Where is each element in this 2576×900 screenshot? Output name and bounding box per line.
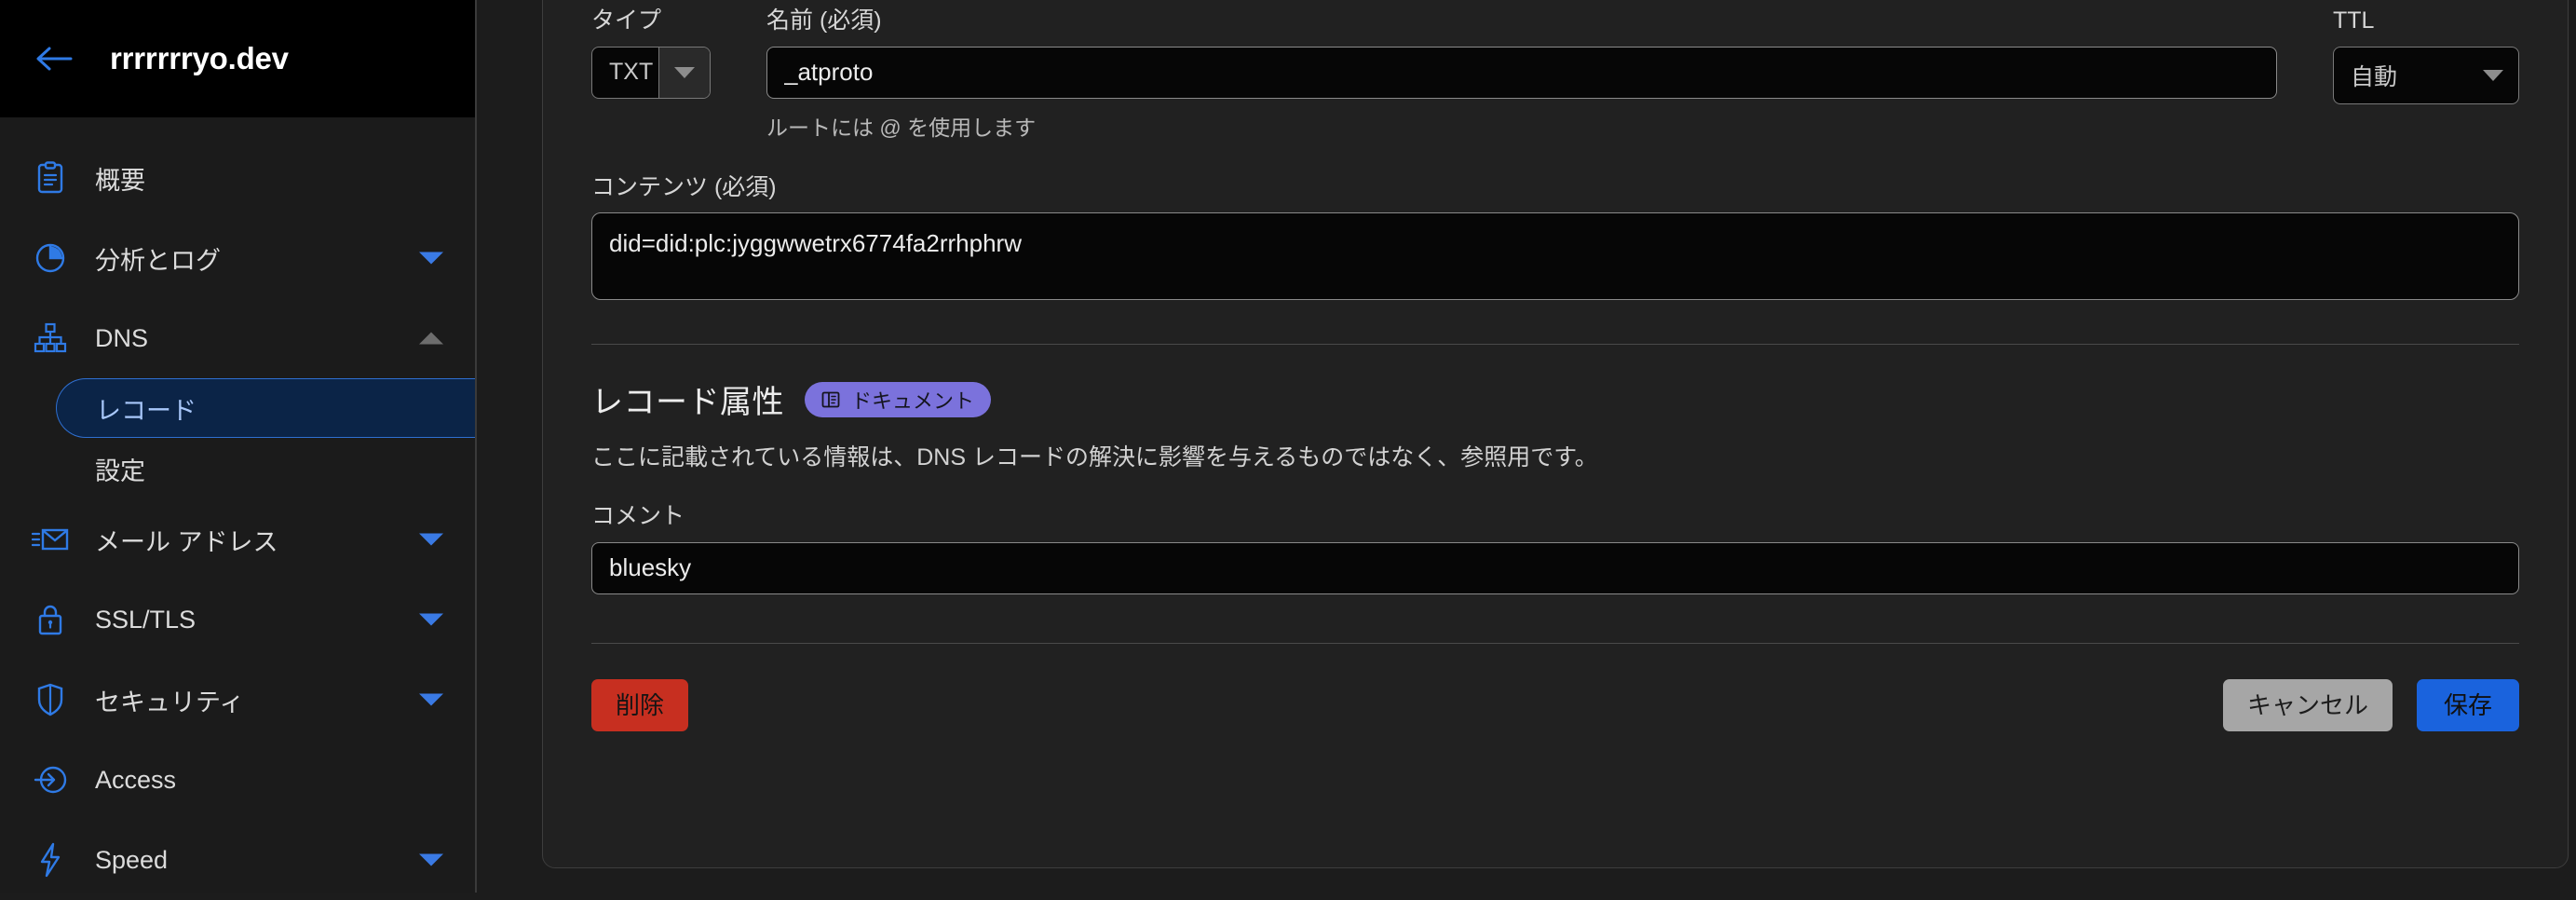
chevron-down-icon[interactable] [419,693,443,706]
sidebar-item-ssl-tls[interactable]: SSL/TLS [0,580,475,660]
sidebar-item-label: セキュリティ [95,688,245,716]
login-icon [28,765,73,795]
comment-field-group: コメント [591,503,2519,594]
name-label: 名前 (必須) [766,7,882,34]
record-attributes-description: ここに記載されている情報は、DNS レコードの解決に影響を与えるものではなく、参… [591,444,1598,470]
type-select[interactable]: TXT [591,46,711,99]
main-content: タイプ TXT 名前 (必須) ルートには @ を使用します [477,0,2576,893]
sidebar-item-email[interactable]: メール アドレス [0,499,475,580]
sidebar-item-access[interactable]: Access [0,740,475,820]
section-divider [591,344,2519,345]
documentation-badge[interactable]: ドキュメント [805,381,992,417]
sidebar-subitem-label: 設定 [95,457,145,485]
record-actions-right: キャンセル 保存 [2222,678,2519,731]
sidebar-nav: 概要 分析とログ DNS レコード 設定 メール アドレス SSL/TLS セキ… [0,117,475,900]
chevron-down-icon[interactable] [658,47,710,98]
documentation-badge-label: ドキュメント [851,389,975,413]
sidebar-item-label: Access [95,765,177,794]
record-attributes-title: レコード属性 [591,385,784,420]
chevron-down-icon[interactable] [419,853,443,866]
sidebar-item-dns-records[interactable]: レコード [56,378,475,438]
cancel-button[interactable]: キャンセル [2222,678,2393,731]
name-input[interactable] [766,46,2277,99]
chevron-down-icon[interactable] [2468,48,2518,103]
sidebar-header: rrrrrrryo.dev [0,0,475,117]
site-title: rrrrrrryo.dev [110,41,289,75]
lock-icon [28,603,73,636]
chevron-down-icon[interactable] [419,613,443,626]
footer-divider [591,642,2519,644]
ttl-select[interactable]: 自動 [2333,46,2519,104]
sidebar-item-label: Speed [95,845,169,874]
sidebar-item-label: 分析とログ [95,246,221,275]
content-field-group: コンテンツ (必須) [591,173,2519,306]
sidebar-item-dns-settings[interactable]: 設定 [0,438,475,499]
dns-record-editor-page: rrrrrrryo.dev 概要 分析とログ DNS レコード 設定 メール ア… [0,0,2576,893]
type-field-group: タイプ TXT [591,7,711,99]
shield-icon [28,683,73,716]
sidebar-item-overview[interactable]: 概要 [0,138,475,218]
name-help-text: ルートには @ を使用します [766,115,1037,140]
save-button[interactable]: 保存 [2417,678,2519,731]
name-field-group: 名前 (必須) ルートには @ を使用します [766,7,2277,142]
pie-chart-icon [28,242,73,274]
type-select-value: TXT [609,59,654,85]
clipboard-icon [28,161,73,195]
record-attributes-header: レコード属性 ドキュメント [591,376,2519,422]
back-arrow-icon[interactable] [28,33,80,85]
sidebar-item-dns[interactable]: DNS [0,298,475,378]
sidebar-item-label: 概要 [95,166,145,195]
ttl-label: TTL [2333,7,2375,34]
content-textarea[interactable] [591,212,2519,300]
comment-input[interactable] [591,541,2519,594]
ttl-field-group: TTL 自動 [2333,7,2519,104]
comment-label: コメント [591,503,685,529]
chevron-down-icon[interactable] [419,252,443,265]
content-label: コンテンツ (必須) [591,173,777,200]
sidebar-subitem-label: レコード [96,396,197,425]
chevron-down-icon[interactable] [419,533,443,546]
chevron-up-icon[interactable] [419,332,443,345]
mail-icon [28,525,73,553]
sidebar-item-label: SSL/TLS [95,605,197,634]
sitemap-icon [28,322,73,354]
bolt-icon [28,842,73,878]
record-top-row: タイプ TXT 名前 (必須) ルートには @ を使用します [591,7,2519,142]
sidebar: rrrrrrryo.dev 概要 分析とログ DNS レコード 設定 メール ア… [0,0,477,893]
book-icon [821,390,840,409]
sidebar-item-label: メール アドレス [95,527,278,556]
sidebar-item-analytics[interactable]: 分析とログ [0,218,475,298]
sidebar-item-speed[interactable]: Speed [0,820,475,900]
ttl-select-value: 自動 [2351,63,2398,90]
record-actions: 削除 キャンセル 保存 [591,678,2519,769]
sidebar-item-label: DNS [95,323,149,352]
record-edit-card: タイプ TXT 名前 (必須) ルートには @ を使用します [542,0,2569,868]
sidebar-item-security[interactable]: セキュリティ [0,660,475,740]
type-label: タイプ [591,7,662,34]
delete-button[interactable]: 削除 [591,678,689,731]
